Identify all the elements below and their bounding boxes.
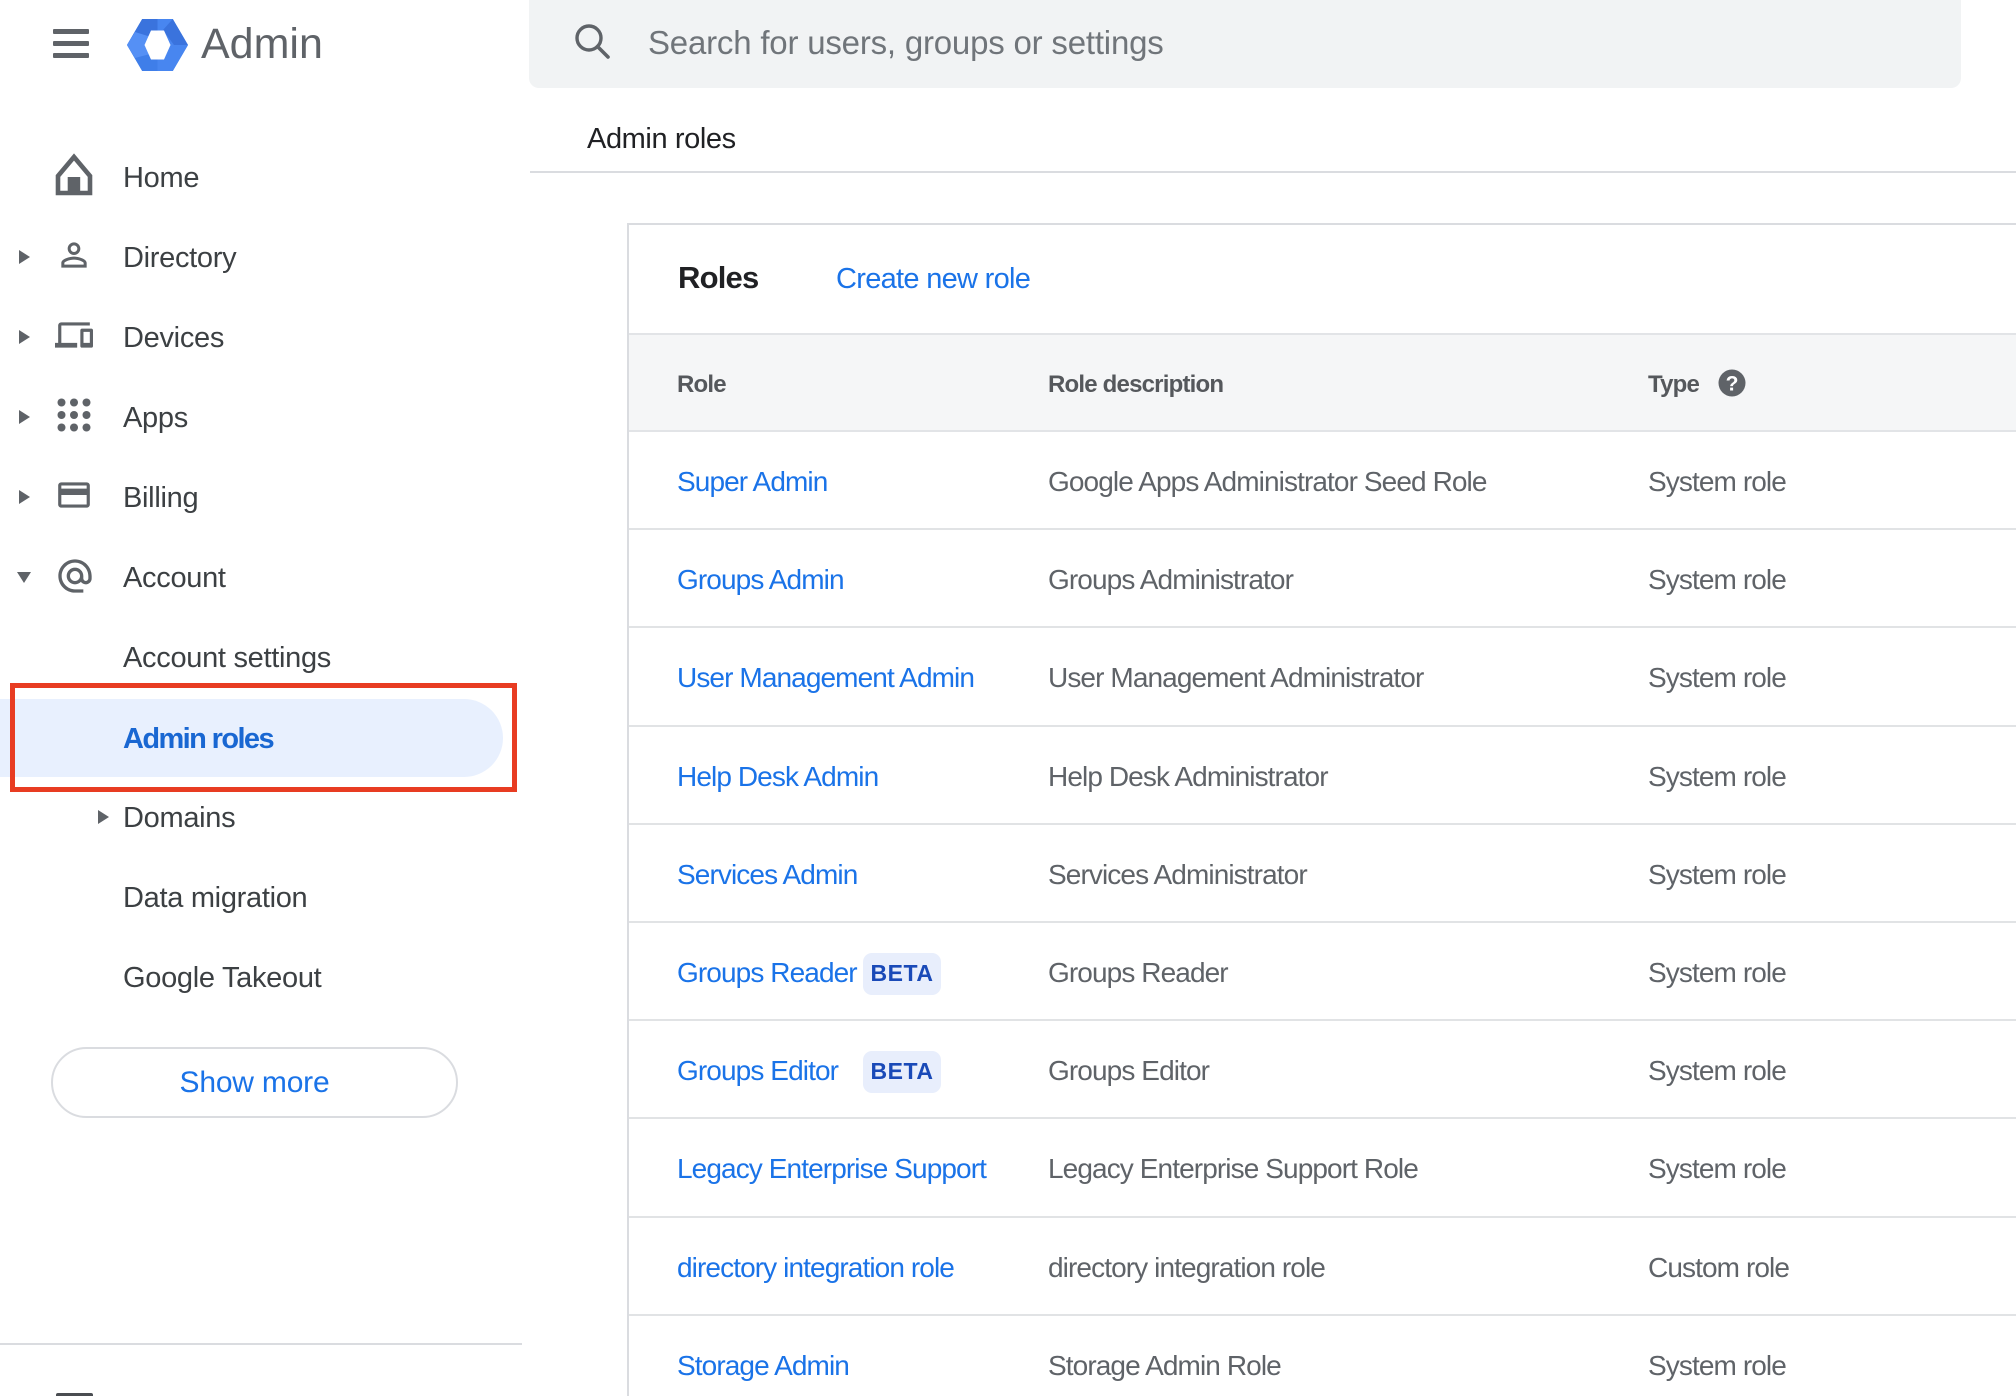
svg-text:?: ? — [1726, 373, 1739, 396]
